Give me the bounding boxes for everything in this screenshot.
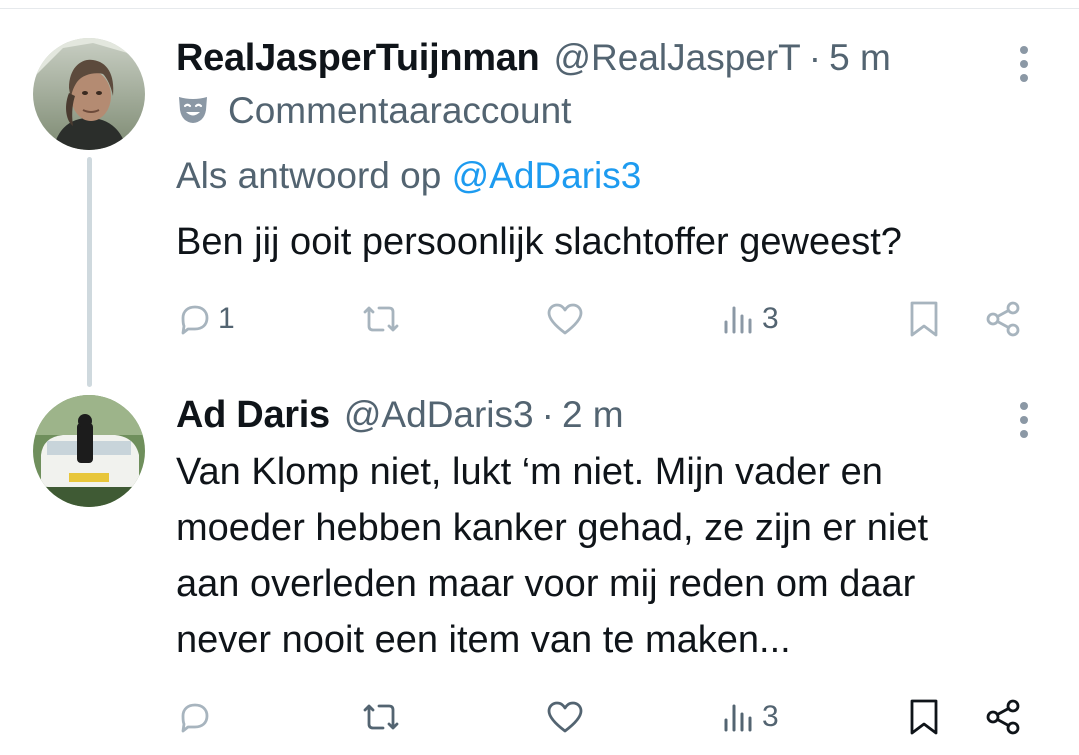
retweet-icon: [363, 306, 399, 332]
separator-dot: ·: [541, 394, 554, 435]
dot: [1020, 60, 1028, 68]
account-label-text: Commentaaraccount: [228, 90, 572, 131]
reply-count: 1: [218, 302, 235, 335]
timestamp[interactable]: 5 m: [829, 37, 891, 79]
more-options-button[interactable]: [1012, 42, 1036, 86]
dot: [1020, 430, 1028, 438]
retweet-button[interactable]: [358, 294, 404, 344]
dot: [1020, 46, 1028, 54]
tweet-actions: 3: [0, 692, 1079, 742]
reply-mention-link[interactable]: @AdDaris3: [452, 155, 642, 196]
share-button[interactable]: [984, 692, 1022, 742]
avatar-realjaspertuijnman[interactable]: [33, 38, 145, 150]
views-button[interactable]: 3: [722, 294, 779, 344]
tweet-header: RealJasperTuijnman @RealJasperT · 5 m: [176, 37, 891, 80]
heart-icon: [547, 701, 583, 733]
bookmark-button[interactable]: [908, 692, 940, 742]
tweet-actions: 1 3: [0, 294, 1079, 344]
share-icon: [986, 699, 1020, 735]
views-button[interactable]: 3: [722, 692, 779, 742]
tweet-text-line: Van Klomp niet, lukt ‘m niet. Mijn vader…: [176, 451, 883, 493]
tweet-header: Ad Daris @AdDaris3 · 2 m: [176, 394, 624, 437]
heart-icon: [547, 303, 583, 335]
reply-icon: [181, 305, 209, 335]
user-handle[interactable]: @AdDaris3: [344, 394, 534, 436]
like-button[interactable]: [545, 294, 585, 344]
account-label: Commentaaraccount: [176, 90, 571, 132]
thread-connector-line: [87, 157, 92, 387]
bookmark-icon: [910, 301, 938, 337]
bookmark-icon: [910, 699, 938, 735]
comedy-mask-icon: [176, 92, 210, 131]
tweet-text-line: moeder hebben kanker gehad, ze zijn er n…: [176, 507, 929, 549]
separator-dot: ·: [808, 37, 822, 78]
reply-context: Als antwoord op @AdDaris3: [176, 155, 641, 197]
views-count: 3: [762, 302, 779, 335]
views-chart-icon: [724, 306, 752, 334]
user-handle[interactable]: @RealJasperT: [553, 37, 800, 79]
dot: [1020, 416, 1028, 424]
share-button[interactable]: [984, 294, 1022, 344]
timestamp[interactable]: 2 m: [562, 394, 624, 436]
display-name[interactable]: RealJasperTuijnman: [176, 37, 540, 80]
more-options-button[interactable]: [1012, 398, 1036, 442]
retweet-icon: [363, 704, 399, 730]
views-count: 3: [762, 700, 779, 733]
dot: [1020, 402, 1028, 410]
tweet-text-line: never nooit een item van te maken...: [176, 619, 791, 661]
like-button[interactable]: [545, 692, 585, 742]
top-divider: [0, 8, 1079, 9]
tweet-text-line: aan overleden maar voor mij reden om daa…: [176, 563, 916, 605]
reply-prefix: Als antwoord op: [176, 155, 442, 196]
reply-button[interactable]: 1: [176, 294, 235, 344]
bookmark-button[interactable]: [908, 294, 940, 344]
reply-icon: [181, 703, 209, 733]
retweet-button[interactable]: [358, 692, 404, 742]
dot: [1020, 74, 1028, 82]
display-name[interactable]: Ad Daris: [176, 394, 330, 437]
reply-button[interactable]: [176, 692, 214, 742]
views-chart-icon: [724, 704, 752, 732]
share-icon: [986, 301, 1020, 337]
tweet-text: Ben jij ooit persoonlijk slachtoffer gew…: [176, 221, 902, 263]
avatar-addaris[interactable]: [33, 395, 145, 507]
tweet-text: Van Klomp niet, lukt ‘m niet. Mijn vader…: [176, 444, 928, 668]
